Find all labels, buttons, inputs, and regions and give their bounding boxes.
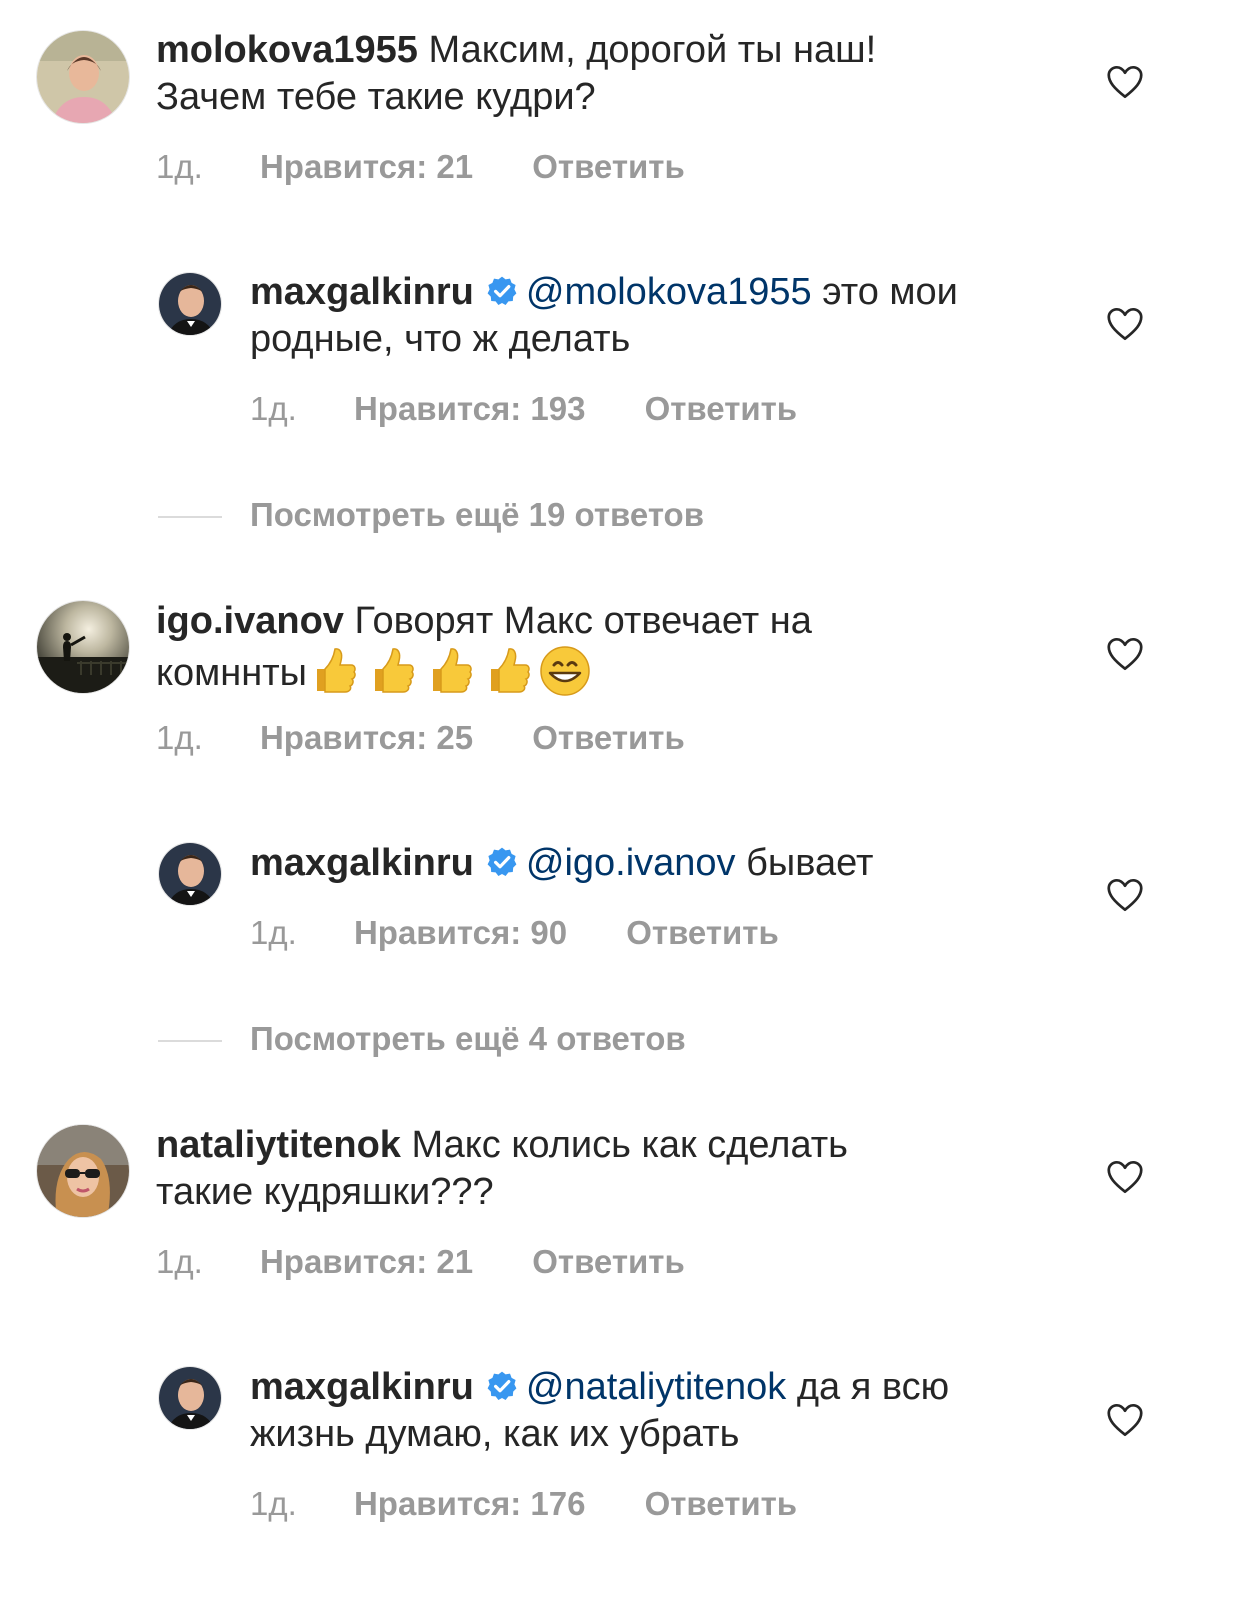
grinning-face-icon: [539, 645, 591, 697]
username[interactable]: maxgalkinru: [250, 1366, 474, 1408]
thumbs-up-icon: [481, 645, 533, 697]
verified-badge-icon: [486, 275, 518, 307]
avatar-maxgalkinru[interactable]: [158, 842, 222, 906]
comment-body: Говорят Макс отвечает на: [354, 600, 812, 642]
avatar-nataliytitenok[interactable]: [36, 1124, 130, 1218]
comment-body-line2: Зачем тебе такие кудри?: [156, 76, 596, 118]
reply-button[interactable]: Ответить: [645, 1485, 798, 1523]
reply-meta: 1д. Нравится: 90 Ответить: [250, 914, 779, 952]
reply-button[interactable]: Ответить: [532, 1243, 685, 1281]
avatar-molokova1955[interactable]: [36, 30, 130, 124]
reply-meta: 1д. Нравится: 193 Ответить: [250, 390, 797, 428]
comment-text: molokova1955 Максим, дорогой ты наш! Зач…: [156, 27, 876, 121]
reply-text: maxgalkinru @molokova1955 это мои родные,…: [250, 269, 958, 363]
comment-text: igo.ivanov Говорят Макс отвечает на комн…: [156, 598, 812, 697]
timestamp: 1д.: [156, 148, 203, 185]
reply-button[interactable]: Ответить: [626, 914, 779, 952]
heart-icon[interactable]: [1106, 65, 1144, 99]
timestamp: 1д.: [156, 1243, 203, 1280]
mention-link[interactable]: @nataliytitenok: [526, 1366, 786, 1408]
heart-icon[interactable]: [1106, 307, 1144, 341]
likes-count[interactable]: Нравится: 176: [354, 1485, 585, 1523]
reply-body-line2: родные, что ж делать: [250, 318, 631, 360]
comment-body: Макс колись как сделать: [411, 1124, 848, 1166]
avatar-maxgalkinru[interactable]: [158, 1366, 222, 1430]
avatar-maxgalkinru[interactable]: [158, 272, 222, 336]
view-more-label[interactable]: Посмотреть ещё 19 ответов: [250, 496, 704, 533]
heart-icon[interactable]: [1106, 1160, 1144, 1194]
heart-icon[interactable]: [1106, 637, 1144, 671]
comment-meta: 1д. Нравится: 21 Ответить: [156, 1243, 685, 1281]
username[interactable]: maxgalkinru: [250, 842, 474, 884]
username[interactable]: igo.ivanov: [156, 600, 344, 642]
mention-link[interactable]: @igo.ivanov: [526, 842, 736, 884]
timestamp: 1д.: [250, 1485, 297, 1522]
view-more-replies[interactable]: Посмотреть ещё 4 ответов: [158, 1020, 686, 1058]
comment-body-line2: комннты: [156, 652, 307, 694]
thumbs-up-icon: [365, 645, 417, 697]
verified-badge-icon: [486, 846, 518, 878]
username[interactable]: maxgalkinru: [250, 271, 474, 313]
reply-body-line2: жизнь думаю, как их убрать: [250, 1413, 740, 1455]
reply-body: это мои: [822, 271, 958, 313]
reply-text: maxgalkinru @igo.ivanov бывает: [250, 840, 873, 887]
likes-count[interactable]: Нравится: 21: [260, 148, 473, 186]
view-more-label[interactable]: Посмотреть ещё 4 ответов: [250, 1020, 686, 1057]
likes-count[interactable]: Нравится: 193: [354, 390, 585, 428]
verified-badge-icon: [486, 1370, 518, 1402]
heart-icon[interactable]: [1106, 878, 1144, 912]
divider: [158, 516, 222, 519]
timestamp: 1д.: [250, 390, 297, 427]
reply-body: бывает: [746, 842, 874, 884]
thumbs-up-icon: [423, 645, 475, 697]
comment-meta: 1д. Нравится: 21 Ответить: [156, 148, 685, 186]
reply-button[interactable]: Ответить: [645, 390, 798, 428]
timestamp: 1д.: [250, 914, 297, 951]
divider: [158, 1040, 222, 1043]
comment-body-line2: такие кудряшки???: [156, 1171, 494, 1213]
reply-button[interactable]: Ответить: [532, 719, 685, 757]
avatar-igo-ivanov[interactable]: [36, 600, 130, 694]
username[interactable]: molokova1955: [156, 29, 418, 71]
reply-button[interactable]: Ответить: [532, 148, 685, 186]
likes-count[interactable]: Нравится: 25: [260, 719, 473, 757]
likes-count[interactable]: Нравится: 90: [354, 914, 567, 952]
likes-count[interactable]: Нравится: 21: [260, 1243, 473, 1281]
timestamp: 1д.: [156, 719, 203, 756]
reply-meta: 1д. Нравится: 176 Ответить: [250, 1485, 797, 1523]
thumbs-up-icon: [307, 645, 359, 697]
heart-icon[interactable]: [1106, 1403, 1144, 1437]
username[interactable]: nataliytitenok: [156, 1124, 401, 1166]
comment-body: Максим, дорогой ты наш!: [428, 29, 877, 71]
reply-body: да я всю: [796, 1366, 950, 1408]
comment-text: nataliytitenok Макс колись как сделать т…: [156, 1122, 848, 1216]
comment-meta: 1д. Нравится: 25 Ответить: [156, 719, 685, 757]
view-more-replies[interactable]: Посмотреть ещё 19 ответов: [158, 496, 704, 534]
reply-text: maxgalkinru @nataliytitenok да я всю жизн…: [250, 1364, 949, 1458]
mention-link[interactable]: @molokova1955: [526, 271, 812, 313]
